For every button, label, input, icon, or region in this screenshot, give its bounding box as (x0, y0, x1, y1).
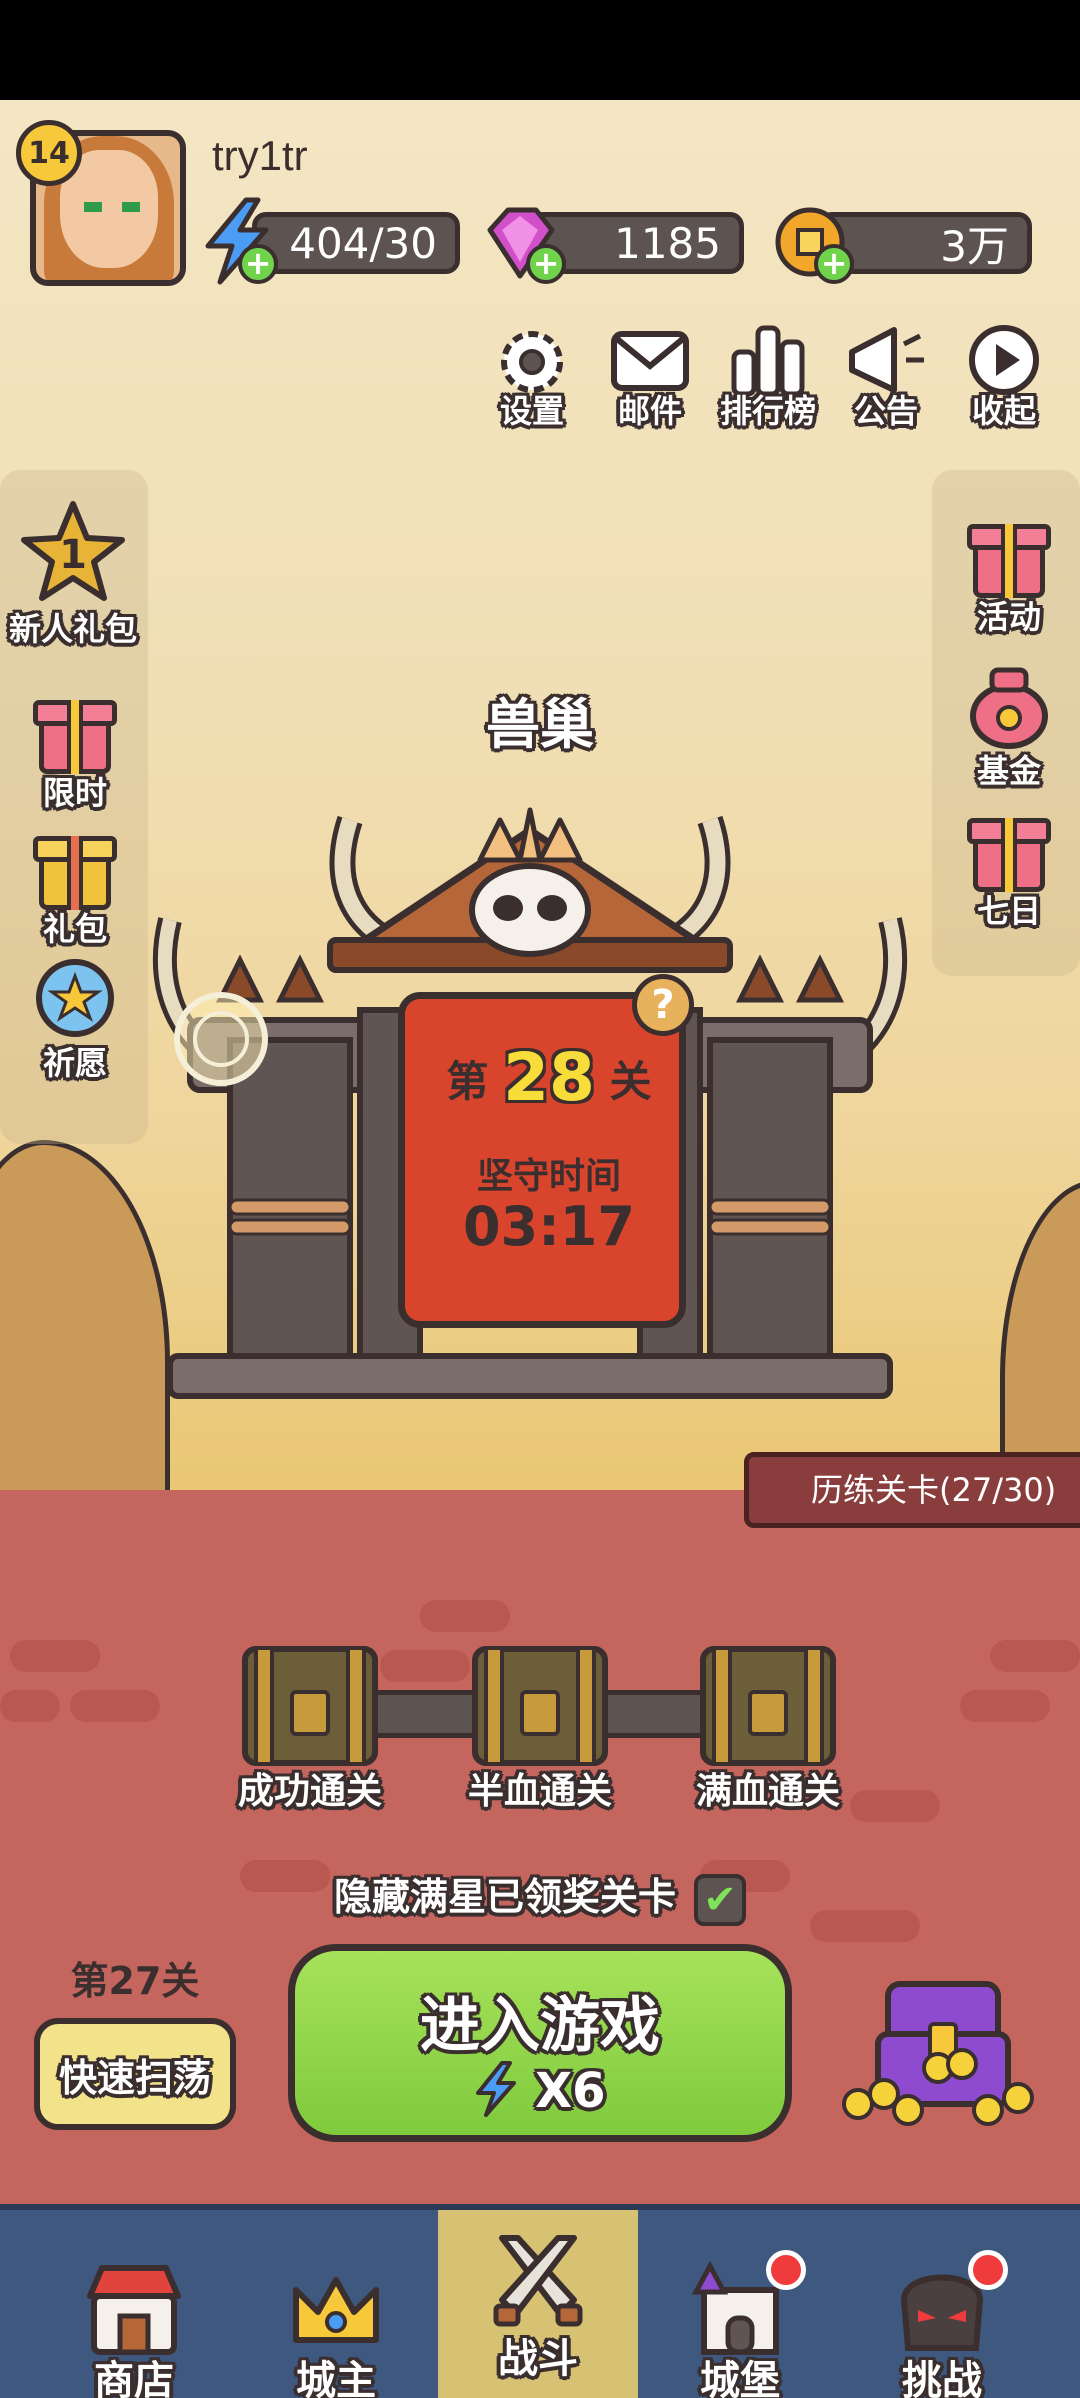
wish-button[interactable]: 祈愿 (10, 956, 140, 1084)
chest-success[interactable] (242, 1646, 378, 1766)
crown-icon (293, 2277, 379, 2343)
mail-button[interactable]: 邮件 (602, 322, 698, 432)
enter-game-cost: X6 (295, 2061, 785, 2119)
collapse-button[interactable]: 收起 (956, 322, 1052, 432)
castle-notification-dot (766, 2250, 806, 2290)
chest-half-hp-label: 半血通关 (467, 1771, 612, 1812)
activity-gift-icon (967, 514, 1051, 600)
wish-orb-icon (36, 959, 114, 1037)
add-coins-button[interactable]: + (814, 244, 854, 284)
collapse-icon (969, 325, 1039, 395)
nav-battle-label: 战斗 (498, 2336, 578, 2382)
stage-help-button[interactable]: ? (632, 974, 694, 1036)
coin-value: 3万 (940, 221, 1009, 271)
wish-label: 祈愿 (42, 1044, 107, 1082)
stage-prefix: 第 (446, 1057, 489, 1106)
settings-button[interactable]: 设置 (484, 322, 580, 432)
hide-completed-option[interactable]: 隐藏满星已领奖关卡 ✔ (0, 1866, 1080, 1926)
lightning-icon (476, 2061, 517, 2117)
lock-icon (748, 1690, 788, 1736)
leaderboard-label: 排行榜 (720, 392, 817, 430)
gift-pack-icon (33, 826, 117, 912)
player-level-badge: 14 (16, 120, 82, 186)
hold-time-value: 03:17 (463, 1195, 635, 1258)
player-username: try1tr (212, 132, 308, 179)
nav-battle[interactable]: 战斗 (438, 2210, 638, 2398)
activity-button[interactable]: 活动 (944, 514, 1074, 638)
newbie-pack-label: 新人礼包 (8, 610, 137, 648)
hold-time-label: 坚守时间 (476, 1156, 621, 1197)
hide-completed-checkbox[interactable]: ✔ (694, 1873, 747, 1926)
quick-sweep-label: 快速扫荡 (58, 2055, 211, 2100)
nav-shop-label: 商店 (94, 2358, 174, 2398)
enter-game-label: 进入游戏 (420, 1991, 660, 2061)
leaderboard-button[interactable]: 排行榜 (720, 322, 816, 432)
announcement-button[interactable]: 公告 (838, 322, 934, 432)
stage-number: 28 (503, 1039, 595, 1116)
nav-castle[interactable]: 城堡 (640, 2210, 840, 2398)
crossed-swords-icon (493, 2235, 583, 2327)
stage-name: 兽巢 (486, 693, 594, 756)
shop-icon (87, 2265, 181, 2355)
gem-value: 1185 (614, 218, 721, 268)
megaphone-icon (849, 327, 924, 393)
enter-game-button[interactable]: 进入游戏 X6 (288, 1944, 792, 2142)
hide-completed-label: 隐藏满星已领奖关卡 (333, 1875, 676, 1919)
bottom-navigation: 商店 城主 战斗 城堡 挑战 (0, 2204, 1080, 2398)
quick-sweep-button[interactable]: 快速扫荡 (34, 2018, 236, 2130)
nav-castle-label: 城堡 (700, 2358, 780, 2398)
lock-icon (290, 1690, 330, 1736)
gift-pack-button[interactable]: 礼包 (10, 826, 140, 950)
nav-lord[interactable]: 城主 (236, 2210, 436, 2398)
chest-full-hp[interactable] (700, 1646, 836, 1766)
mail-icon (611, 331, 689, 391)
newbie-pack-badge: 1 (59, 532, 87, 578)
seven-day-button[interactable]: 七日 (944, 808, 1074, 932)
gear-icon (501, 331, 563, 393)
chest-success-label: 成功通关 (237, 1771, 382, 1812)
trial-stage-tag[interactable]: 历练关卡(27/30) (744, 1452, 1080, 1528)
star-icon: 1 (21, 501, 125, 601)
lock-icon (520, 1690, 560, 1736)
energy-value: 404/30 (289, 218, 437, 268)
chest-half-hp[interactable] (472, 1646, 608, 1766)
nav-challenge-label: 挑战 (902, 2358, 982, 2398)
newbie-pack-button[interactable]: 1 新人礼包 (8, 498, 138, 650)
nav-shop[interactable]: 商店 (34, 2210, 234, 2398)
add-gems-button[interactable]: + (526, 244, 566, 284)
stage-banner: 第 28 关 坚守时间 03:17 (398, 992, 686, 1328)
target-marker-icon[interactable] (168, 986, 274, 1092)
leaderboard-icon (731, 325, 805, 396)
treasure-chest-icon[interactable] (838, 1964, 1048, 2134)
challenge-notification-dot (968, 2250, 1008, 2290)
stage-suffix: 关 (609, 1057, 652, 1106)
nav-lord-label: 城主 (296, 2358, 376, 2398)
background-rock-left (0, 1140, 170, 1510)
energy-bar: 404/30 (252, 212, 460, 274)
nav-challenge[interactable]: 挑战 (842, 2210, 1042, 2398)
add-energy-button[interactable]: + (238, 244, 278, 284)
enter-game-cost-value: X6 (535, 2063, 606, 2119)
sweep-stage-label: 第27关 (70, 1959, 200, 2003)
chest-full-hp-label: 满血通关 (695, 1771, 840, 1812)
stage-number-line: 第 28 关 (405, 1039, 693, 1116)
seven-day-gift-icon (967, 808, 1051, 894)
